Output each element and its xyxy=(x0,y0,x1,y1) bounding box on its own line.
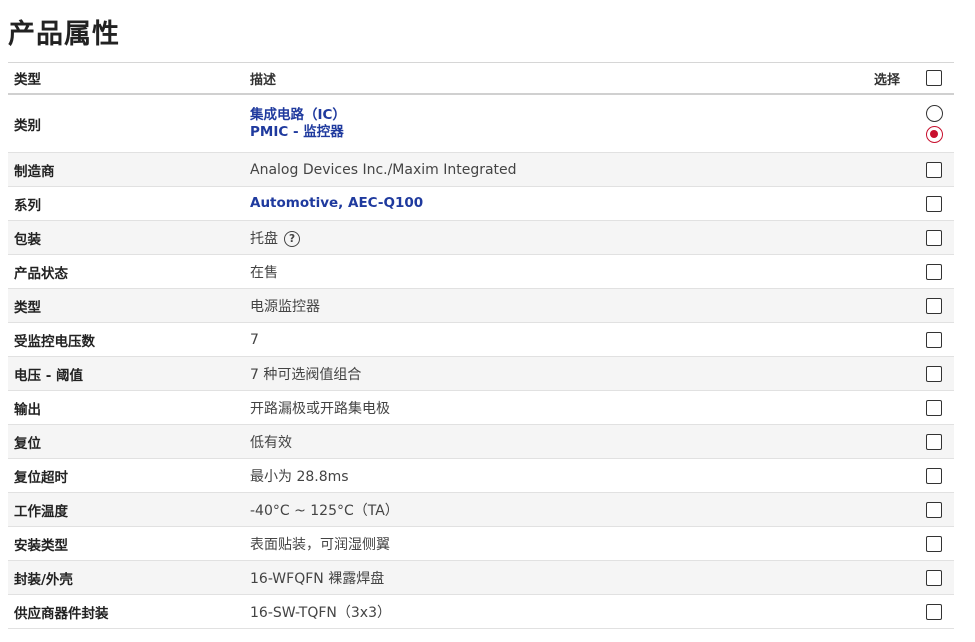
row-type: 类别 xyxy=(14,117,41,134)
row-type: 工作温度 xyxy=(14,503,68,520)
select-all-checkbox[interactable] xyxy=(926,70,942,86)
table-row-reset-timeout: 复位超时 最小为 28.8ms xyxy=(8,459,954,493)
row-description: Automotive, AEC-Q100 xyxy=(244,195,854,212)
row-checkbox[interactable] xyxy=(926,535,942,552)
row-value: 开路漏极或开路集电极 xyxy=(250,400,390,417)
category-radio-pmic[interactable] xyxy=(925,125,943,143)
row-checkbox[interactable] xyxy=(926,501,942,518)
row-type: 安装类型 xyxy=(14,537,68,554)
row-type: 复位 xyxy=(14,435,41,452)
row-checkbox[interactable] xyxy=(926,297,942,314)
table-row-output: 输出 开路漏极或开路集电极 xyxy=(8,391,954,425)
row-value: 低有效 xyxy=(250,434,292,451)
table-row-supplier-package: 供应商器件封装 16-SW-TQFN（3x3） xyxy=(8,595,954,629)
series-link[interactable]: Automotive, AEC-Q100 xyxy=(250,195,854,212)
row-value: 7 种可选阀值组合 xyxy=(250,366,362,383)
table-row-mounting-type: 安装类型 表面贴装，可润湿侧翼 xyxy=(8,527,954,561)
row-checkbox[interactable] xyxy=(926,331,942,348)
row-value: 7 xyxy=(250,331,259,348)
row-type: 类型 xyxy=(14,299,41,316)
category-link-pmic[interactable]: PMIC - 监控器 xyxy=(250,124,854,141)
table-row-voltage-threshold: 电压 - 阈值 7 种可选阀值组合 xyxy=(8,357,954,391)
header-type: 类型 xyxy=(14,72,41,88)
question-circle-icon[interactable]: ? xyxy=(284,230,300,247)
row-value: -40°C ~ 125°C（TA） xyxy=(250,502,399,519)
table-row-type: 类型 电源监控器 xyxy=(8,289,954,323)
row-type: 复位超时 xyxy=(14,469,68,486)
table-row-package-case: 封装/外壳 16-WFQFN 裸露焊盘 xyxy=(8,561,954,595)
table-row-category: 类别 集成电路（IC） PMIC - 监控器 xyxy=(8,95,954,153)
table-row-product-status: 产品状态 在售 xyxy=(8,255,954,289)
table-row-manufacturer: 制造商 Analog Devices Inc./Maxim Integrated xyxy=(8,153,954,187)
product-attributes-table: 类型 描述 选择 类别 集成电路（IC） PMIC - 监控器 制造商 Anal… xyxy=(8,62,954,629)
table-row-series: 系列 Automotive, AEC-Q100 xyxy=(8,187,954,221)
row-checkbox[interactable] xyxy=(926,161,942,178)
row-type: 产品状态 xyxy=(14,265,68,282)
header-description: 描述 xyxy=(250,72,277,88)
row-checkbox[interactable] xyxy=(926,603,942,620)
row-value: Analog Devices Inc./Maxim Integrated xyxy=(250,161,517,178)
row-value: 表面贴装，可润湿侧翼 xyxy=(250,536,390,553)
table-header: 类型 描述 选择 xyxy=(8,63,954,95)
table-row-monitored-voltages: 受监控电压数 7 xyxy=(8,323,954,357)
row-description: 托盘? xyxy=(244,228,854,248)
row-value: 在售 xyxy=(250,264,278,281)
row-type: 输出 xyxy=(14,401,41,418)
row-checkbox[interactable] xyxy=(926,195,942,212)
row-type: 包装 xyxy=(14,231,41,248)
row-description: 集成电路（IC） PMIC - 监控器 xyxy=(244,107,854,141)
row-type: 受监控电压数 xyxy=(14,333,95,350)
row-type: 供应商器件封装 xyxy=(14,605,109,622)
header-select: 选择 xyxy=(873,72,900,88)
table-row-operating-temperature: 工作温度 -40°C ~ 125°C（TA） xyxy=(8,493,954,527)
row-value: 16-SW-TQFN（3x3） xyxy=(250,604,391,621)
category-radio-ic[interactable] xyxy=(925,104,943,122)
row-checkbox[interactable] xyxy=(926,433,942,450)
row-checkbox[interactable] xyxy=(926,263,942,280)
page-title: 产品属性 xyxy=(8,19,120,50)
row-value: 16-WFQFN 裸露焊盘 xyxy=(250,570,385,587)
row-type: 制造商 xyxy=(14,163,55,180)
row-checkbox[interactable] xyxy=(926,569,942,586)
row-value: 电源监控器 xyxy=(250,298,320,315)
row-checkbox[interactable] xyxy=(926,229,942,246)
row-value: 托盘 xyxy=(250,230,278,247)
row-type: 封装/外壳 xyxy=(14,571,73,588)
row-type: 电压 - 阈值 xyxy=(14,367,84,384)
row-checkbox[interactable] xyxy=(926,365,942,382)
row-type: 系列 xyxy=(14,197,41,214)
table-row-reset: 复位 低有效 xyxy=(8,425,954,459)
row-checkbox[interactable] xyxy=(926,467,942,484)
row-value: 最小为 28.8ms xyxy=(250,468,349,485)
category-link-ic[interactable]: 集成电路（IC） xyxy=(250,107,854,124)
table-row-packaging: 包装 托盘? xyxy=(8,221,954,255)
row-checkbox[interactable] xyxy=(926,399,942,416)
